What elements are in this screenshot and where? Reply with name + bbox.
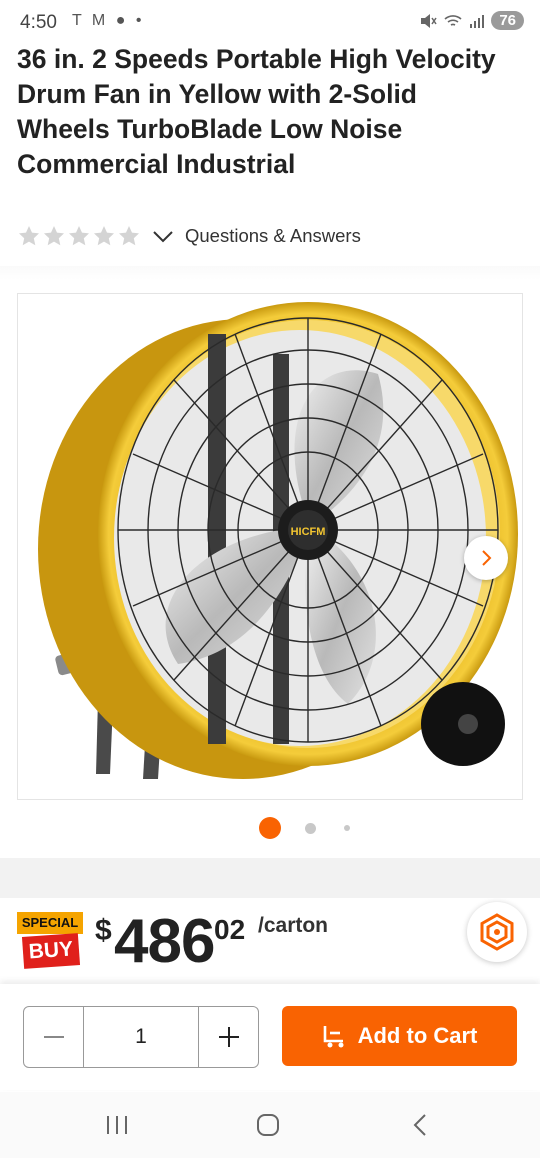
section-separator xyxy=(0,858,540,898)
status-bar: 4:50 T M ● • 76 xyxy=(0,0,540,44)
price-currency: $ xyxy=(95,914,112,947)
battery-indicator: 76 xyxy=(491,11,524,30)
questions-answers-link[interactable]: Questions & Answers xyxy=(185,225,361,247)
price-whole: 486 xyxy=(114,907,215,976)
back-icon xyxy=(413,1114,426,1136)
wifi-icon xyxy=(444,14,462,26)
add-to-cart-label: Add to Cart xyxy=(357,1023,478,1048)
recents-button[interactable] xyxy=(97,1110,137,1140)
minus-icon xyxy=(43,1036,64,1038)
decrease-quantity-button[interactable] xyxy=(24,1007,83,1067)
quantity-stepper: 1 xyxy=(23,1006,259,1068)
chevron-right-icon xyxy=(482,550,492,566)
brand-label: HICFM xyxy=(291,526,326,538)
section-divider xyxy=(0,266,540,280)
badge-buy-text: BUY xyxy=(21,933,81,969)
drum-fan-illustration: HICFM xyxy=(38,302,518,779)
special-buy-badge: SPECIAL BUY xyxy=(17,912,83,974)
pagination-dot-active[interactable] xyxy=(259,817,281,839)
next-image-button[interactable] xyxy=(464,536,508,580)
product-title: 36 in. 2 Speeds Portable High Velocity D… xyxy=(17,44,496,179)
pagination-dot[interactable] xyxy=(305,823,316,834)
home-depot-logo[interactable] xyxy=(467,902,527,962)
add-to-cart-button[interactable]: Add to Cart xyxy=(282,1006,517,1066)
star-icon xyxy=(69,226,89,246)
rating-stars xyxy=(17,224,141,248)
status-right-icons: 76 xyxy=(419,11,524,30)
product-image[interactable]: HICFM xyxy=(17,293,523,800)
cart-icon xyxy=(323,1026,344,1048)
signal-icon xyxy=(470,14,485,28)
star-icon xyxy=(19,226,39,246)
star-icon xyxy=(44,226,64,246)
star-icon xyxy=(94,226,114,246)
increase-quantity-button[interactable] xyxy=(199,1007,258,1067)
quantity-input[interactable]: 1 xyxy=(83,1007,199,1067)
home-icon xyxy=(257,1114,279,1136)
price-unit: /carton xyxy=(258,914,329,937)
system-nav-bar xyxy=(0,1092,540,1158)
gallery-pagination xyxy=(0,816,540,840)
star-icon xyxy=(119,226,139,246)
pagination-dot[interactable] xyxy=(344,825,350,831)
home-button[interactable] xyxy=(248,1110,288,1140)
rating-row[interactable]: Questions & Answers xyxy=(17,224,361,248)
back-button[interactable] xyxy=(400,1110,440,1140)
mute-icon xyxy=(421,13,437,28)
recents-icon xyxy=(107,1116,127,1134)
status-time: 4:50 xyxy=(20,12,57,33)
badge-special-text: SPECIAL xyxy=(17,912,83,934)
home-depot-logo-icon xyxy=(480,913,514,951)
price-cents: 02 xyxy=(214,914,246,945)
notification-icons: T M ● • xyxy=(72,12,145,29)
chevron-down-icon[interactable] xyxy=(151,224,175,248)
plus-icon xyxy=(218,1027,239,1047)
